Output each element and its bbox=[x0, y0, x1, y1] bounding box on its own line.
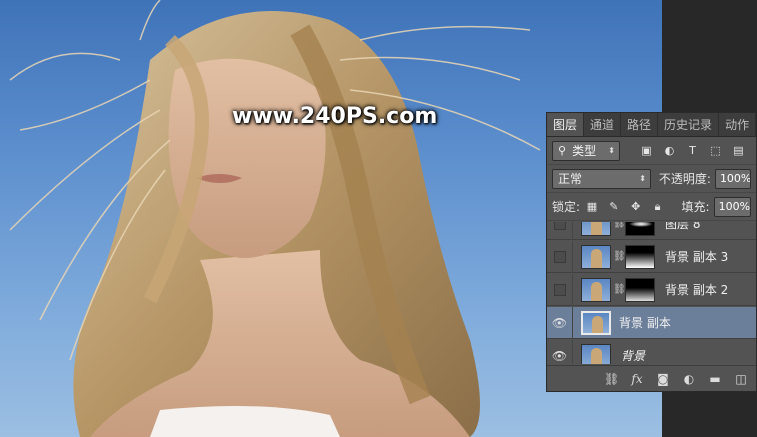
opacity-input[interactable]: 100% bbox=[714, 168, 751, 189]
hidden-eye-box bbox=[553, 250, 566, 263]
adjustment-filter-icon[interactable]: ◐ bbox=[663, 144, 676, 157]
adjustment-layer-icon[interactable]: ◐ bbox=[682, 372, 696, 386]
chain-link-icon[interactable]: ⛓ bbox=[613, 222, 626, 229]
filter-row: ⚲ 类型 ⬍ ▣ ◐ T ⬚ ▤ bbox=[547, 137, 756, 165]
layer-thumbnail bbox=[581, 244, 611, 269]
eye-icon: 👁︎ bbox=[551, 348, 568, 363]
tab-layers[interactable]: 图层 bbox=[547, 113, 585, 136]
type-filter-icon[interactable]: T bbox=[686, 144, 699, 157]
layer-name: 背景 副本 3 bbox=[665, 250, 729, 264]
layer-thumbnail bbox=[581, 343, 611, 364]
link-layers-icon[interactable]: ⛓ bbox=[604, 372, 619, 386]
layer-thumbnail bbox=[581, 310, 611, 335]
smartobject-filter-icon[interactable]: ▤ bbox=[732, 144, 745, 157]
layer-name: 图层 8 bbox=[665, 222, 701, 231]
shape-filter-icon[interactable]: ⬚ bbox=[709, 144, 722, 157]
new-layer-icon[interactable]: ◫ bbox=[734, 372, 748, 386]
layer-row-bg-copy3[interactable]: ⛓ 背景 副本 3 bbox=[547, 240, 756, 273]
layer-row-bg-copy2[interactable]: ⛓ 背景 副本 2 bbox=[547, 273, 756, 306]
layer-mask-thumbnail[interactable] bbox=[625, 222, 655, 236]
layer-row-layer8[interactable]: ⛓ 图层 8 bbox=[547, 222, 756, 240]
blend-row: 正常 ⬍ 不透明度: 100% bbox=[547, 165, 756, 193]
tab-channels[interactable]: 通道 bbox=[584, 113, 622, 136]
layer-row-bg-copy[interactable]: 👁︎ 背景 副本 bbox=[547, 306, 756, 339]
fill-label: 填充: bbox=[681, 200, 710, 214]
chain-link-icon[interactable]: ⛓ bbox=[613, 284, 626, 295]
fill-input[interactable]: 100% bbox=[713, 196, 751, 217]
layer-mask-thumbnail[interactable] bbox=[625, 244, 655, 269]
visibility-toggle[interactable]: 👁︎ bbox=[547, 339, 573, 364]
layers-panel: 图层 通道 路径 历史记录 动作 ⚲ 类型 ⬍ ▣ ◐ T ⬚ ▤ 正常 ⬍ 不… bbox=[546, 112, 757, 392]
hidden-eye-box bbox=[553, 283, 566, 296]
search-icon: ⚲ bbox=[558, 144, 567, 157]
hidden-eye-box bbox=[553, 222, 566, 230]
layer-name: 背景 副本 2 bbox=[665, 283, 729, 297]
layer-thumbnail bbox=[581, 277, 611, 302]
folder-icon[interactable]: ▬ bbox=[708, 372, 722, 386]
updown-arrow-icon: ⬍ bbox=[639, 174, 646, 183]
opacity-label: 不透明度: bbox=[658, 172, 711, 186]
tab-paths[interactable]: 路径 bbox=[621, 113, 659, 136]
filter-kind-label: 类型 bbox=[572, 144, 597, 158]
visibility-toggle[interactable]: 👁︎ bbox=[547, 306, 573, 339]
fx-icon[interactable]: fx bbox=[630, 372, 644, 386]
blend-mode-value: 正常 bbox=[558, 172, 583, 186]
filter-kind-select[interactable]: ⚲ 类型 ⬍ bbox=[552, 140, 620, 161]
visibility-toggle[interactable] bbox=[547, 240, 573, 273]
tab-history[interactable]: 历史记录 bbox=[658, 113, 720, 136]
updown-arrow-icon: ⬍ bbox=[608, 146, 615, 155]
watermark-text: www.240PS.com bbox=[232, 104, 438, 129]
tab-actions[interactable]: 动作 bbox=[719, 113, 757, 136]
lock-transparent-icon[interactable]: ▦ bbox=[586, 200, 598, 213]
layer-row-background[interactable]: 👁︎ 背景 bbox=[547, 339, 756, 364]
pixel-filter-icon[interactable]: ▣ bbox=[640, 144, 653, 157]
layer-name: 背景 bbox=[621, 349, 646, 363]
lock-label: 锁定: bbox=[552, 200, 581, 214]
panel-tabs: 图层 通道 路径 历史记录 动作 bbox=[547, 113, 757, 137]
lock-brush-icon[interactable]: ✎ bbox=[608, 200, 620, 213]
add-mask-icon[interactable]: ◙ bbox=[656, 372, 670, 386]
panel-footer: ⛓ fx ◙ ◐ ▬ ◫ bbox=[547, 365, 756, 391]
lock-row: 锁定: ▦ ✎ ✥ 🔒︎ 填充: 100% bbox=[547, 193, 756, 221]
blend-mode-select[interactable]: 正常 ⬍ bbox=[552, 168, 651, 189]
chain-link-icon[interactable]: ⛓ bbox=[613, 251, 626, 262]
layers-list: ⛓ 图层 8 ⛓ 背景 副本 3 ⛓ 背景 副本 2 👁︎ 背景 副本 👁︎ 背… bbox=[547, 222, 756, 364]
eye-icon: 👁︎ bbox=[551, 315, 568, 330]
layer-mask-thumbnail[interactable] bbox=[625, 277, 655, 302]
layer-name: 背景 副本 bbox=[619, 316, 671, 330]
lock-position-icon[interactable]: ✥ bbox=[630, 200, 642, 213]
visibility-toggle[interactable] bbox=[547, 273, 573, 306]
visibility-toggle[interactable] bbox=[547, 222, 573, 240]
layer-thumbnail bbox=[581, 222, 611, 236]
lock-all-icon[interactable]: 🔒︎ bbox=[652, 200, 664, 213]
